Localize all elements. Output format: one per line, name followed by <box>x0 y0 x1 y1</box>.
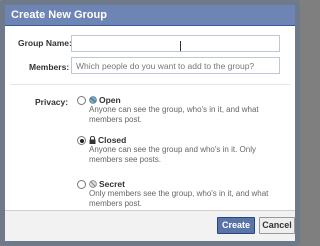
privacy-open-description: Anyone can see the group, who's in it, a… <box>89 105 259 124</box>
secret-icon <box>89 180 97 188</box>
privacy-label: Privacy: <box>35 97 69 107</box>
group-name-input[interactable] <box>71 35 280 52</box>
privacy-open-radio[interactable] <box>77 96 86 105</box>
members-label: Members: <box>29 62 70 72</box>
privacy-open-title: Open <box>99 95 121 105</box>
group-name-label: Group Name: <box>18 38 72 48</box>
create-group-dialog: Create New Group Group Name: Members: Pr… <box>0 0 300 246</box>
privacy-closed-title: Closed <box>98 135 127 145</box>
cancel-button[interactable]: Cancel <box>259 217 295 234</box>
privacy-option-open[interactable]: Open <box>89 95 121 105</box>
privacy-closed-radio[interactable] <box>77 136 86 145</box>
privacy-secret-title: Secret <box>99 179 125 189</box>
privacy-option-secret[interactable]: Secret <box>89 179 125 189</box>
members-input[interactable] <box>71 57 280 74</box>
dialog-title: Create New Group <box>5 5 295 26</box>
privacy-secret-description: Only members see the group, who's in it,… <box>89 189 269 208</box>
text-caret <box>180 41 181 51</box>
privacy-closed-description: Anyone can see the group and who's in it… <box>89 145 256 164</box>
globe-icon <box>89 96 97 104</box>
section-divider <box>10 84 290 85</box>
privacy-secret-radio[interactable] <box>77 180 86 189</box>
create-button[interactable]: Create <box>217 217 255 234</box>
privacy-option-closed[interactable]: Closed <box>89 135 126 145</box>
lock-icon <box>89 136 96 144</box>
dialog-footer: Create Cancel <box>5 210 295 241</box>
